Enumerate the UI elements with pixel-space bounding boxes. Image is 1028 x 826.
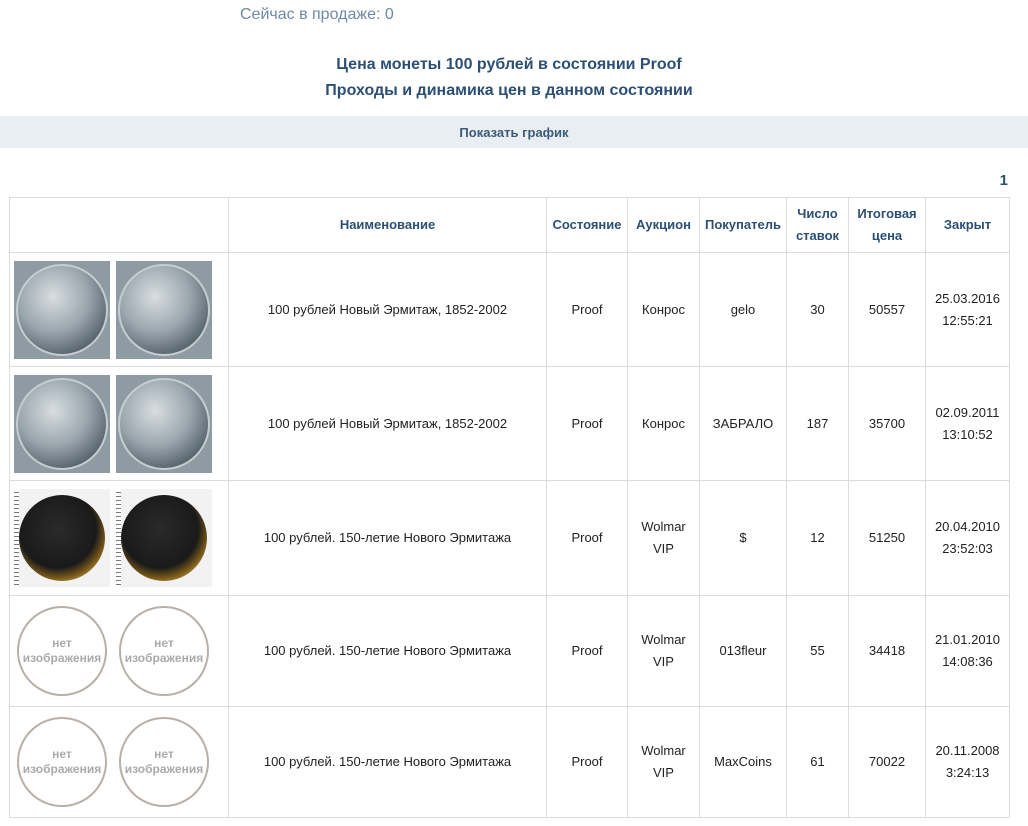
table-row[interactable]: нет изображения нет изображения 100 рубле… [9, 595, 1010, 707]
coin-image-obverse[interactable] [14, 374, 110, 473]
closed-date: 20.04.2010 [934, 519, 1001, 534]
condition-cell: Proof [546, 366, 628, 481]
closed-cell: 21.01.2010 14:08:36 [925, 595, 1010, 707]
coin-image-disc [16, 377, 108, 470]
auction-cell: Конрос [627, 252, 700, 367]
closed-time: 14:08:36 [942, 654, 993, 669]
bids-cell: 12 [786, 480, 849, 596]
table-row[interactable]: 100 рублей Новый Эрмитаж, 1852-2002 Proo… [9, 366, 1010, 481]
condition-cell: Proof [546, 706, 628, 818]
header-name[interactable]: Наименование [228, 197, 547, 253]
no-image-placeholder: нет изображения [17, 606, 107, 696]
sales-table: Наименование Состояние Аукцион Покупател… [9, 197, 1010, 818]
table-row[interactable]: 100 рублей Новый Эрмитаж, 1852-2002 Proo… [9, 252, 1010, 367]
title-line-price: Цена монеты 100 рублей в состоянии Proof [336, 56, 682, 73]
coin-image-reverse[interactable] [116, 489, 212, 587]
title-line-dynamics: Проходы и динамика цен в данном состояни… [325, 82, 693, 99]
closed-date: 21.01.2010 [934, 632, 1001, 647]
buyer-cell: 013fleur [699, 595, 787, 707]
closed-cell: 02.09.2011 13:10:52 [925, 366, 1010, 481]
no-image-placeholder: нет изображения [119, 717, 209, 807]
auction-name: Конрос [642, 415, 685, 431]
no-image-placeholder: нет изображения [17, 717, 107, 807]
condition-cell: Proof [546, 595, 628, 707]
coin-image-disc [19, 495, 105, 581]
coin-image-obverse[interactable] [14, 260, 110, 359]
buyer-cell: MaxCoins [699, 706, 787, 818]
header-bids[interactable]: Число ставок [786, 197, 849, 253]
table-row[interactable]: нет изображения нет изображения 100 рубле… [9, 706, 1010, 818]
closed-time: 3:24:13 [945, 765, 990, 780]
price-cell: 50557 [848, 252, 926, 367]
header-condition[interactable]: Состояние [546, 197, 628, 253]
coin-name-link[interactable]: 100 рублей. 150-летие Нового Эрмитажа [228, 480, 547, 596]
coin-image-disc [121, 495, 207, 581]
header-closed[interactable]: Закрыт [925, 197, 1010, 253]
coin-name-link[interactable]: 100 рублей Новый Эрмитаж, 1852-2002 [228, 252, 547, 367]
coin-image-reverse[interactable] [116, 260, 212, 359]
header-price[interactable]: Итоговая цена [848, 197, 926, 253]
condition-cell: Proof [546, 480, 628, 596]
coin-images-cell [9, 366, 229, 481]
coin-image-disc [118, 263, 210, 356]
closed-cell: 25.03.2016 12:55:21 [925, 252, 1010, 367]
price-cell: 51250 [848, 480, 926, 596]
price-cell: 34418 [848, 595, 926, 707]
show-chart-button[interactable]: Показать график [0, 116, 1028, 148]
buyer-cell: gelo [699, 252, 787, 367]
header-auction[interactable]: Аукцион [627, 197, 700, 253]
coin-image-obverse[interactable] [14, 489, 110, 587]
coin-image-reverse[interactable]: нет изображения [116, 602, 212, 700]
on-sale-count: Сейчас в продаже: 0 [240, 6, 394, 23]
header-images [9, 197, 229, 253]
table-header-row: Наименование Состояние Аукцион Покупател… [9, 197, 1010, 253]
buyer-cell: $ [699, 480, 787, 596]
closed-date: 02.09.2011 [935, 404, 1000, 420]
auction-cell: Wolmar VIP [627, 480, 700, 596]
coin-images-cell: нет изображения нет изображения [9, 595, 229, 707]
auction-cell: Wolmar VIP [627, 595, 700, 707]
coin-name-link[interactable]: 100 рублей. 150-летие Нового Эрмитажа [228, 706, 547, 818]
closed-time: 13:10:52 [942, 426, 993, 442]
bids-cell: 30 [786, 252, 849, 367]
closed-date: 25.03.2016 [934, 290, 1001, 306]
closed-time: 23:52:03 [942, 541, 993, 556]
auction-cell: Wolmar VIP [627, 706, 700, 818]
coin-image-obverse[interactable]: нет изображения [14, 602, 110, 700]
coin-images-cell: нет изображения нет изображения [9, 706, 229, 818]
page-title: Цена монеты 100 рублей в состоянии Proof… [0, 52, 1018, 104]
bids-cell: 187 [786, 366, 849, 481]
price-cell: 70022 [848, 706, 926, 818]
auction-cell: Конрос [627, 366, 700, 481]
bids-cell: 61 [786, 706, 849, 818]
coin-image-disc [16, 263, 108, 356]
coin-image-disc [118, 377, 210, 470]
scale-ruler [116, 489, 121, 587]
coin-name-link[interactable]: 100 рублей Новый Эрмитаж, 1852-2002 [228, 366, 547, 481]
bids-cell: 55 [786, 595, 849, 707]
no-image-placeholder: нет изображения [119, 606, 209, 696]
coin-image-obverse[interactable]: нет изображения [14, 713, 110, 811]
scale-ruler [14, 489, 19, 587]
table-row[interactable]: 100 рублей. 150-летие Нового Эрмитажа Pr… [9, 480, 1010, 596]
coin-images-cell [9, 480, 229, 596]
coin-images-cell [9, 252, 229, 367]
auction-name: Конрос [642, 301, 685, 317]
coin-name-link[interactable]: 100 рублей. 150-летие Нового Эрмитажа [228, 595, 547, 707]
coin-image-reverse[interactable]: нет изображения [116, 713, 212, 811]
price-cell: 35700 [848, 366, 926, 481]
closed-cell: 20.04.2010 23:52:03 [925, 480, 1010, 596]
auction-name: Wolmar VIP [641, 519, 686, 556]
auction-name: Wolmar VIP [641, 632, 686, 669]
closed-date: 20.11.2008 [935, 743, 1000, 758]
closed-cell: 20.11.2008 3:24:13 [925, 706, 1010, 818]
pagination-current-page[interactable]: 1 [1000, 172, 1008, 189]
condition-cell: Proof [546, 252, 628, 367]
buyer-cell: ЗАБРАЛО [699, 366, 787, 481]
closed-time: 12:55:21 [942, 312, 993, 328]
auction-name: Wolmar VIP [641, 743, 686, 780]
header-buyer[interactable]: Покупатель [699, 197, 787, 253]
coin-image-reverse[interactable] [116, 374, 212, 473]
